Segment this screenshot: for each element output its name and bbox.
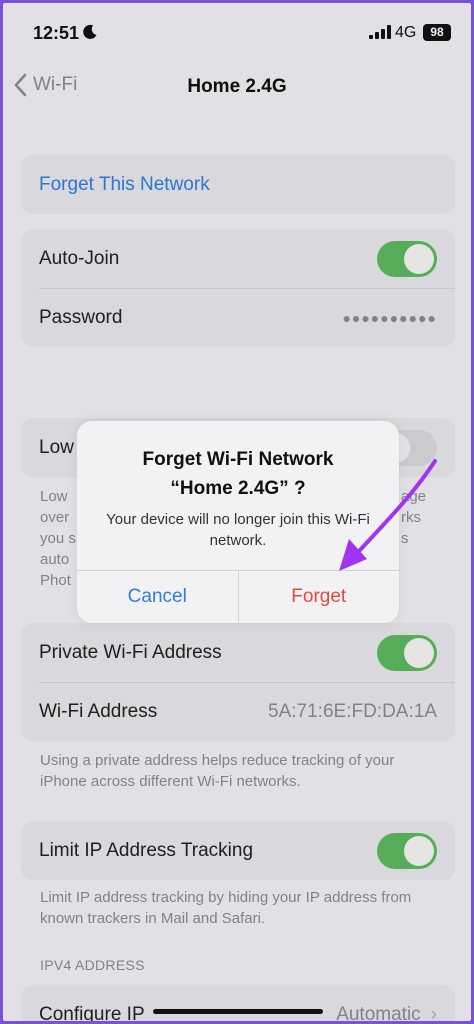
forget-button[interactable]: Forget xyxy=(237,571,400,623)
phone-screen: 12:51 4G 98 Wi-Fi Home 2.4G Forget This … xyxy=(3,3,471,1021)
annotation-arrow-icon xyxy=(339,459,437,571)
home-indicator[interactable] xyxy=(153,1009,323,1014)
alert-actions: Cancel Forget xyxy=(77,570,399,623)
cancel-button[interactable]: Cancel xyxy=(77,571,238,623)
